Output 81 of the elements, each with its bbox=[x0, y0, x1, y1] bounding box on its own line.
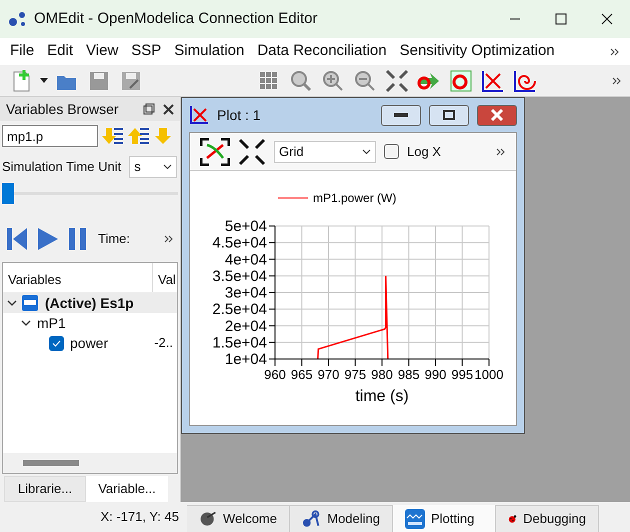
more-controls-icon[interactable] bbox=[164, 235, 174, 243]
x-tick-label: 975 bbox=[344, 367, 366, 382]
x-axis-title: time (s) bbox=[355, 388, 409, 405]
menu-item[interactable]: Sensitivity Optimization bbox=[400, 40, 555, 63]
more-menus-icon[interactable] bbox=[610, 48, 620, 56]
legend-label: mP1.power (W) bbox=[313, 191, 396, 205]
menu-item[interactable]: Data Reconciliation bbox=[257, 40, 387, 63]
plot-icon bbox=[189, 105, 209, 125]
more-tools-icon[interactable] bbox=[612, 76, 622, 84]
fit-plot-icon[interactable] bbox=[200, 138, 230, 166]
caret-icon[interactable] bbox=[40, 78, 48, 84]
close-icon bbox=[490, 109, 504, 121]
collapse-arrows-icon[interactable] bbox=[238, 138, 266, 166]
y-tick-label: 2e+04 bbox=[224, 318, 267, 335]
time-unit-dropdown[interactable]: s bbox=[129, 156, 178, 178]
x-tick-label: 1000 bbox=[474, 367, 504, 382]
x-tick-label: 995 bbox=[451, 367, 474, 382]
x-tick-label: 970 bbox=[318, 367, 340, 382]
perspective-tab[interactable]: Modeling bbox=[290, 505, 393, 532]
play-icon[interactable] bbox=[36, 227, 60, 251]
close-button[interactable] bbox=[477, 104, 517, 126]
window-title: Plot : 1 bbox=[217, 106, 262, 124]
menu-item[interactable]: File bbox=[10, 40, 34, 63]
menu-item[interactable]: Simulation bbox=[174, 40, 244, 63]
x-tick-label: 990 bbox=[424, 367, 446, 382]
app-logo-icon bbox=[8, 10, 28, 28]
maximize-icon bbox=[443, 110, 455, 120]
tree-item-label[interactable]: power bbox=[70, 332, 108, 354]
checkbox[interactable] bbox=[384, 144, 399, 159]
perspective-tab[interactable]: Plotting bbox=[393, 505, 496, 532]
column-header[interactable]: Val bbox=[153, 263, 177, 292]
more-options-icon[interactable] bbox=[496, 148, 506, 156]
x-tick-label: 960 bbox=[264, 367, 286, 382]
fit-icon[interactable] bbox=[384, 68, 410, 94]
field-label: Simulation Time Unit bbox=[2, 158, 122, 176]
y-tick-label: 3e+04 bbox=[224, 284, 267, 302]
x-tick-label: 985 bbox=[398, 367, 420, 382]
status-text: X: -171, Y: 45 bbox=[100, 508, 179, 526]
scrollbar-thumb[interactable] bbox=[23, 460, 79, 466]
panel-tab[interactable]: Variable... bbox=[86, 476, 168, 502]
y-tick-label: 2.5e+04 bbox=[212, 301, 267, 318]
y-tick-label: 3.5e+04 bbox=[212, 268, 267, 285]
simulation-setup-icon[interactable] bbox=[448, 68, 474, 94]
menu-item[interactable]: View bbox=[86, 40, 118, 63]
menu-item[interactable]: Edit bbox=[47, 40, 74, 63]
time-label: Time: bbox=[98, 230, 130, 248]
y-tick-label: 1e+04 bbox=[224, 351, 267, 368]
check-icon bbox=[52, 340, 61, 346]
filter-field[interactable]: mp1.p bbox=[2, 125, 98, 147]
plotting-icon bbox=[405, 508, 425, 528]
close-icon[interactable] bbox=[163, 104, 174, 114]
y-tick-label: 5e+04 bbox=[224, 218, 267, 235]
perspective-tab[interactable]: Welcome bbox=[187, 505, 290, 532]
grid-dropdown[interactable]: Grid bbox=[274, 140, 376, 162]
mat-file-icon bbox=[21, 294, 39, 312]
chart-legend: mP1.power (W) bbox=[278, 191, 396, 205]
maximize-button[interactable] bbox=[429, 104, 469, 126]
y-tick-label: 4.5e+04 bbox=[212, 234, 267, 252]
window-title: OMEdit - OpenModelica Connection Editor bbox=[34, 8, 318, 29]
variable-value: -2.. bbox=[154, 334, 174, 352]
x-tick-label: 965 bbox=[290, 367, 313, 382]
skip-back-icon[interactable] bbox=[6, 227, 28, 251]
panel-title: Variables Browser bbox=[6, 100, 120, 118]
column-header[interactable]: Variables bbox=[3, 263, 153, 292]
expand-all-icon[interactable] bbox=[102, 126, 124, 146]
menu-item[interactable]: SSP bbox=[131, 40, 162, 63]
checkbox[interactable] bbox=[49, 336, 64, 350]
undock-icon[interactable] bbox=[143, 103, 155, 115]
panel-tab[interactable]: Librarie... bbox=[4, 476, 86, 502]
perspective-tab[interactable]: Debugging bbox=[496, 505, 599, 532]
minimize-icon bbox=[394, 113, 408, 117]
y-tick-label: 1.5e+04 bbox=[212, 334, 267, 352]
pause-icon[interactable] bbox=[68, 227, 88, 251]
y-tick-label: 4e+04 bbox=[224, 251, 267, 268]
gears-icon bbox=[302, 509, 322, 529]
tree-item-label[interactable]: mP1 bbox=[37, 312, 66, 334]
slider-handle[interactable] bbox=[2, 183, 14, 204]
collapse-all-icon[interactable] bbox=[128, 126, 150, 146]
checkbox-label: Log X bbox=[407, 142, 441, 161]
minimize-button[interactable] bbox=[381, 104, 421, 126]
x-tick-label: 980 bbox=[371, 367, 393, 382]
